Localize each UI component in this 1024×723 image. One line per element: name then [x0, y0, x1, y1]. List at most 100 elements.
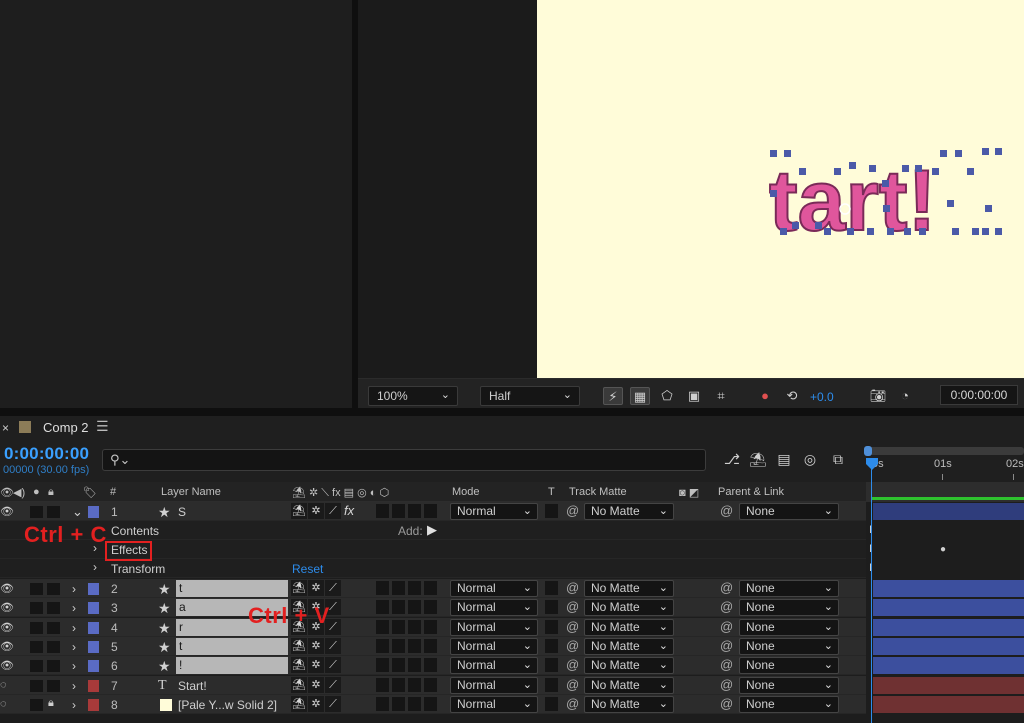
mode-dropdown[interactable]: Normal ⌄ [450, 599, 538, 617]
mode-dropdown[interactable]: Normal ⌄ [450, 503, 538, 520]
label-color[interactable] [88, 602, 99, 615]
current-time[interactable]: 0:00:00:00 [4, 444, 89, 464]
layer-switches[interactable]: ⛱ ✲ ⟋ [291, 695, 345, 713]
eye-icon[interactable]: 👁︎ [0, 601, 14, 614]
solo-toggle[interactable] [30, 506, 43, 518]
chevron-right-icon[interactable]: › [72, 621, 76, 635]
layer-switches-2[interactable] [376, 600, 440, 617]
layer-switches[interactable]: ⛱ ✲ ⟋ [291, 503, 345, 520]
parent-pickwhip-icon[interactable]: @ [720, 677, 733, 692]
layer-row[interactable]: 👁︎ ⌄ 1 ★ S ⛱ ✲ ⟋ fx Normal ⌄ @ No Matte ⌄ @ … [0, 502, 866, 521]
shy-layers-icon[interactable]: ⛱ [748, 451, 768, 471]
layer-switches-2[interactable] [376, 581, 440, 598]
layer-duration-bar[interactable] [873, 618, 1024, 636]
label-color[interactable] [88, 640, 99, 653]
layer-duration-bar[interactable] [873, 657, 1024, 675]
parent-dropdown[interactable]: None ⌄ [739, 599, 839, 617]
layer-row[interactable]: 👁︎ › 4 ★ r ⛱ ✲ ⟋ Normal ⌄ @ No Matte ⌄ @ Non… [0, 617, 866, 637]
preserve-transparency-toggle[interactable] [545, 504, 558, 518]
parent-pickwhip-icon[interactable]: @ [720, 638, 733, 653]
lock-toggle[interactable] [47, 506, 60, 518]
chevron-right-icon[interactable]: › [72, 679, 76, 693]
track-matte-dropdown[interactable]: No Matte ⌄ [584, 580, 674, 597]
layer-name[interactable]: t [176, 580, 288, 597]
parent-dropdown[interactable]: None ⌄ [739, 618, 839, 636]
track-matte-dropdown[interactable]: No Matte ⌄ [584, 657, 674, 675]
track-matte-dropdown[interactable]: No Matte ⌄ [584, 695, 674, 713]
mode-dropdown[interactable]: Normal ⌄ [450, 657, 538, 675]
solo-toggle[interactable] [30, 583, 43, 595]
solo-header-icon[interactable]: ● [33, 486, 40, 498]
layer-row[interactable]: ◌ 🔒︎ › 8 [Pale Y...w Solid 2] ⛱ ✲ ⟋ Normal… [0, 694, 866, 714]
panel-menu-icon[interactable]: ☰ [96, 418, 109, 435]
chevron-right-icon[interactable]: › [72, 659, 76, 673]
solo-toggle[interactable] [30, 698, 43, 711]
parent-dropdown[interactable]: None ⌄ [739, 657, 839, 675]
track-matte-dropdown[interactable]: No Matte ⌄ [584, 618, 674, 636]
parent-pickwhip-icon[interactable]: @ [720, 619, 733, 634]
layer-switches[interactable]: ⛱ ✲ ⟋ [291, 580, 345, 597]
eye-icon[interactable]: ◌ [0, 698, 10, 710]
panel-divider-horizontal[interactable] [0, 408, 1024, 416]
mode-dropdown[interactable]: Normal ⌄ [450, 580, 538, 597]
layer-name[interactable]: Start! [178, 679, 207, 693]
preserve-transparency-toggle[interactable] [545, 677, 558, 692]
keyframe-dot[interactable]: ● [940, 544, 946, 555]
layer-duration-bar[interactable] [873, 695, 1024, 713]
label-color[interactable] [88, 679, 99, 692]
chevron-right-icon[interactable]: › [72, 601, 76, 615]
pickwhip-icon[interactable]: @ [566, 503, 579, 518]
pickwhip-icon[interactable]: @ [566, 677, 579, 692]
reset-link[interactable]: Reset [292, 562, 323, 576]
chevron-down-icon[interactable]: ⌄ [72, 504, 83, 520]
pickwhip-icon[interactable]: @ [566, 599, 579, 614]
fx-icon[interactable]: fx [344, 503, 354, 518]
solo-toggle[interactable] [30, 660, 43, 673]
layer-switches-2[interactable] [376, 696, 440, 714]
layer-switches[interactable]: ⛱ ✲ ⟋ [291, 637, 345, 655]
layer-switches-2[interactable] [376, 677, 440, 695]
lock-toggle[interactable] [47, 660, 60, 673]
layer-switches-2[interactable] [376, 619, 440, 637]
track-matte-dropdown[interactable]: No Matte ⌄ [584, 637, 674, 655]
mask-path-icon[interactable]: ⬠ [657, 387, 677, 405]
layer-name[interactable]: [Pale Y...w Solid 2] [178, 698, 277, 712]
layer-row[interactable]: 👁︎ › 3 ★ a ⛱ ✲ ⟋ Normal ⌄ @ No Matte ⌄ @ Non… [0, 598, 866, 618]
lock-header-icon[interactable]: 🔒︎ [48, 486, 54, 499]
preserve-transparency-toggle[interactable] [545, 696, 558, 711]
show-snapshot-icon[interactable]: ◔ [895, 387, 915, 405]
pickwhip-icon[interactable]: @ [566, 638, 579, 653]
solo-toggle[interactable] [30, 679, 43, 692]
eye-icon[interactable]: 👁︎ [0, 659, 14, 672]
audio-header-icon[interactable]: ◀) [13, 486, 25, 499]
comp-flowchart-icon[interactable]: ⎇ [722, 451, 742, 471]
eye-icon[interactable]: 👁︎ [0, 505, 14, 518]
pickwhip-icon[interactable]: @ [566, 696, 579, 711]
viewer-timecode[interactable]: 0:00:00:00 [940, 385, 1018, 405]
solo-toggle[interactable] [30, 621, 43, 634]
tab-comp[interactable]: Comp 2 [43, 420, 89, 435]
eye-icon[interactable]: 👁︎ [0, 621, 14, 634]
add-play-icon[interactable]: ▶ [427, 522, 437, 538]
layer-switches[interactable]: ⛱ ✲ ⟋ [291, 676, 345, 694]
chevron-right-icon[interactable]: › [72, 698, 76, 712]
solo-toggle[interactable] [30, 602, 43, 615]
close-icon[interactable]: × [2, 421, 9, 435]
time-navigator[interactable] [868, 447, 1024, 455]
lock-toggle[interactable] [47, 679, 60, 692]
chevron-right-icon[interactable]: › [93, 560, 97, 574]
eye-icon[interactable]: 👁︎ [0, 582, 14, 595]
lock-toggle[interactable] [47, 640, 60, 653]
parent-dropdown[interactable]: None ⌄ [739, 580, 839, 597]
exposure-reset-icon[interactable]: ⟲ [782, 387, 802, 405]
layer-duration-bar[interactable] [873, 637, 1024, 655]
label-color[interactable] [88, 621, 99, 634]
eye-icon[interactable]: ◌ [0, 679, 10, 691]
current-time-indicator-line[interactable] [871, 462, 872, 723]
parent-pickwhip-icon[interactable]: @ [720, 696, 733, 711]
search-input[interactable]: ⚲⌄ [102, 449, 706, 471]
transparency-grid-icon[interactable]: ▦ [630, 387, 650, 405]
lock-toggle[interactable] [47, 583, 60, 595]
motion-blur-icon[interactable]: ◎ [800, 451, 820, 471]
label-color[interactable] [88, 698, 99, 711]
